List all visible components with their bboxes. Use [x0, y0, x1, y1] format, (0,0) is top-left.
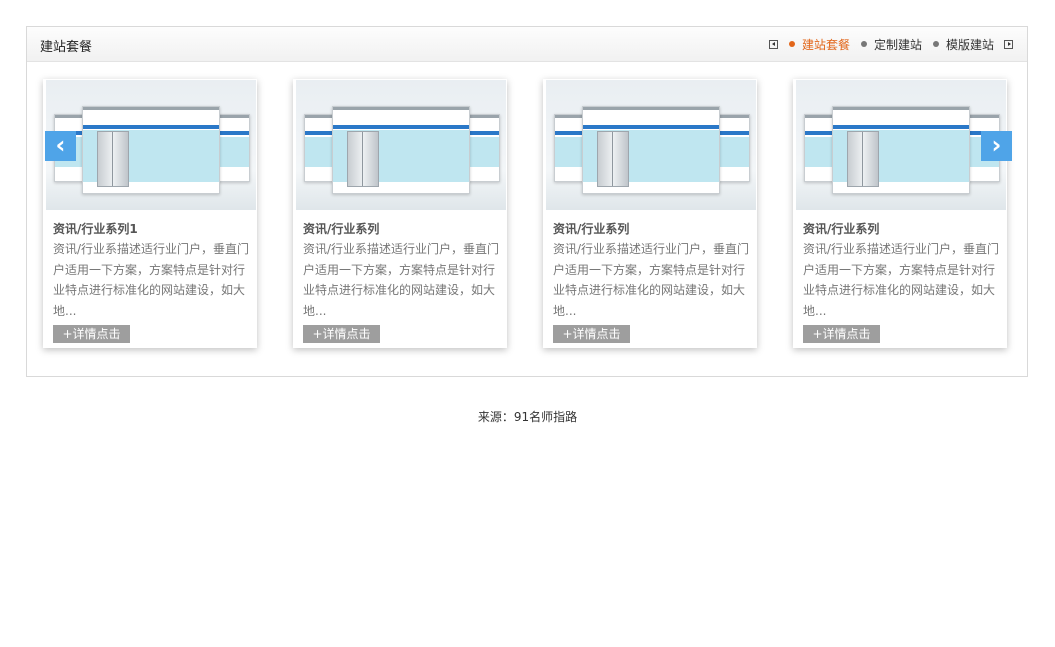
- website-screenshot-image: [546, 80, 756, 210]
- tab-custom[interactable]: 定制建站: [860, 36, 922, 53]
- card-description: 资讯/行业系描述适行业门户，垂直门户适用一下方案，方案特点是针对行业特点进行标准…: [803, 242, 1000, 318]
- card-description: 资讯/行业系描述适行业门户，垂直门户适用一下方案，方案特点是针对行业特点进行标准…: [53, 242, 250, 318]
- package-card[interactable]: 资讯/行业系列 资讯/行业系描述适行业门户，垂直门户适用一下方案，方案特点是针对…: [793, 79, 1007, 348]
- package-card[interactable]: 资讯/行业系列 资讯/行业系描述适行业门户，垂直门户适用一下方案，方案特点是针对…: [543, 79, 757, 348]
- details-button[interactable]: +详情点击: [553, 325, 630, 343]
- details-button[interactable]: +详情点击: [803, 325, 880, 343]
- package-panel: 建站套餐 建站套餐 定制建站 模版建站 资讯/行业系列1 资讯/行业系描述适行业…: [26, 26, 1028, 377]
- arrow-left-small-icon[interactable]: [768, 39, 778, 49]
- card-title: 资讯/行业系列: [803, 222, 880, 236]
- website-screenshot-image: [296, 80, 506, 210]
- details-button[interactable]: +详情点击: [303, 325, 380, 343]
- card-title: 资讯/行业系列: [553, 222, 630, 236]
- bullet-dot-icon: [932, 41, 939, 47]
- card-description: 资讯/行业系描述适行业门户，垂直门户适用一下方案，方案特点是针对行业特点进行标准…: [303, 242, 500, 318]
- tab-template[interactable]: 模版建站: [932, 36, 994, 53]
- carousel-next-button[interactable]: ›: [981, 131, 1012, 161]
- arrow-right-small-icon[interactable]: [1004, 39, 1013, 49]
- bullet-dot-icon: [860, 41, 867, 47]
- tab-label: 模版建站: [945, 37, 994, 52]
- card-description: 资讯/行业系描述适行业门户，垂直门户适用一下方案，方案特点是针对行业特点进行标准…: [553, 242, 750, 318]
- details-button[interactable]: +详情点击: [53, 325, 130, 343]
- tab-label: 定制建站: [873, 37, 922, 52]
- chevron-right-icon: ›: [991, 131, 1002, 159]
- source-credit: 来源：91名师指路: [477, 410, 578, 424]
- bullet-dot-icon: [788, 41, 795, 47]
- tab-label: 建站套餐: [801, 37, 850, 52]
- tab-package[interactable]: 建站套餐: [788, 36, 850, 53]
- card-title: 资讯/行业系列: [303, 222, 380, 236]
- card-title: 资讯/行业系列1: [53, 222, 138, 236]
- package-card[interactable]: 资讯/行业系列 资讯/行业系描述适行业门户，垂直门户适用一下方案，方案特点是针对…: [293, 79, 507, 348]
- panel-title: 建站套餐: [40, 40, 93, 55]
- website-screenshot-image: [46, 80, 256, 210]
- package-card[interactable]: 资讯/行业系列1 资讯/行业系描述适行业门户，垂直门户适用一下方案，方案特点是针…: [43, 79, 257, 348]
- website-screenshot-image: [796, 80, 1006, 210]
- carousel-prev-button[interactable]: ‹: [45, 131, 76, 161]
- chevron-left-icon: ‹: [55, 131, 66, 159]
- tab-bar: 建站套餐 定制建站 模版建站: [768, 36, 1013, 53]
- panel-header: 建站套餐 建站套餐 定制建站 模版建站: [27, 27, 1027, 62]
